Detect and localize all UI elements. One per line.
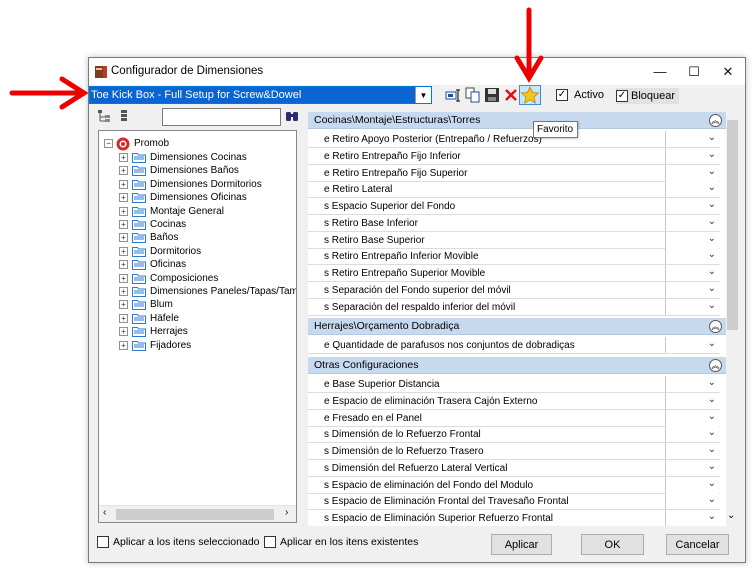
favorite-tooltip: Favorito — [533, 121, 578, 138]
arrow-left-annotation — [9, 76, 89, 110]
annotation-arrows — [9, 7, 544, 110]
arrow-down-annotation — [514, 7, 544, 83]
